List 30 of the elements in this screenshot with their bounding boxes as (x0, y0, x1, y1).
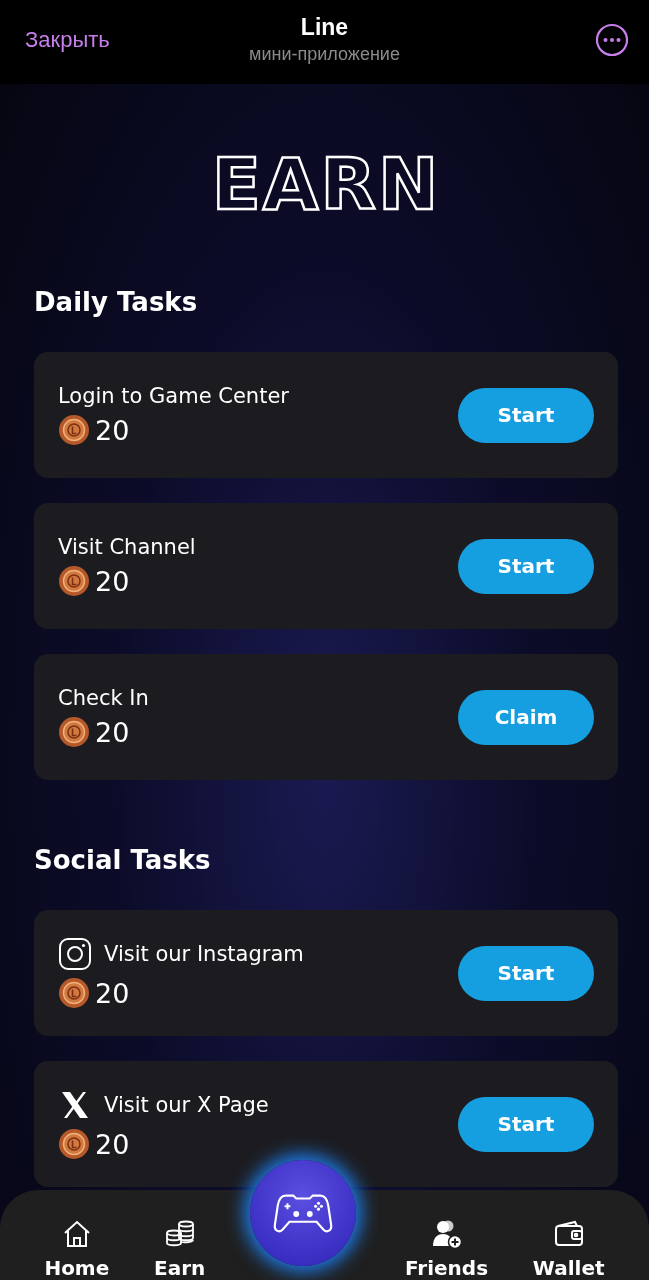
coin-icon (58, 414, 90, 446)
nav-tab[interactable]: Earn (154, 1218, 206, 1280)
task-label: Visit our X Page (104, 1093, 269, 1117)
coin-icon (58, 565, 90, 597)
reward-amount: 20 (95, 716, 130, 748)
coin-icon (58, 716, 90, 748)
reward-amount: 20 (95, 414, 130, 446)
reward-amount: 20 (95, 977, 130, 1009)
nav-tab[interactable]: Home (44, 1218, 110, 1280)
page-title: EARN (210, 144, 442, 224)
section-heading: Social Tasks (34, 844, 212, 877)
section-heading: Daily Tasks (34, 286, 199, 319)
play-button[interactable] (250, 1160, 357, 1266)
coin-icon (58, 1128, 90, 1160)
reward-amount: 20 (95, 1128, 130, 1160)
more-icon[interactable] (595, 23, 629, 57)
app-subtitle: мини-приложение (249, 44, 400, 65)
task-label: Check In (58, 686, 149, 710)
close-button[interactable]: Закрыть (25, 27, 110, 53)
add-friend-icon (430, 1218, 463, 1250)
reward-amount: 20 (95, 565, 130, 597)
app-title: Line (300, 14, 349, 41)
nav-tab[interactable]: Wallet (532, 1218, 605, 1280)
nav-tab[interactable]: Friends (404, 1218, 489, 1280)
instagram-icon (58, 937, 92, 971)
task-label: Visit Channel (58, 535, 196, 559)
coin-icon (58, 977, 90, 1009)
gamepad-icon (272, 1191, 335, 1235)
task-label: Login to Game Center (58, 384, 289, 408)
task-label: Visit our Instagram (104, 942, 304, 966)
